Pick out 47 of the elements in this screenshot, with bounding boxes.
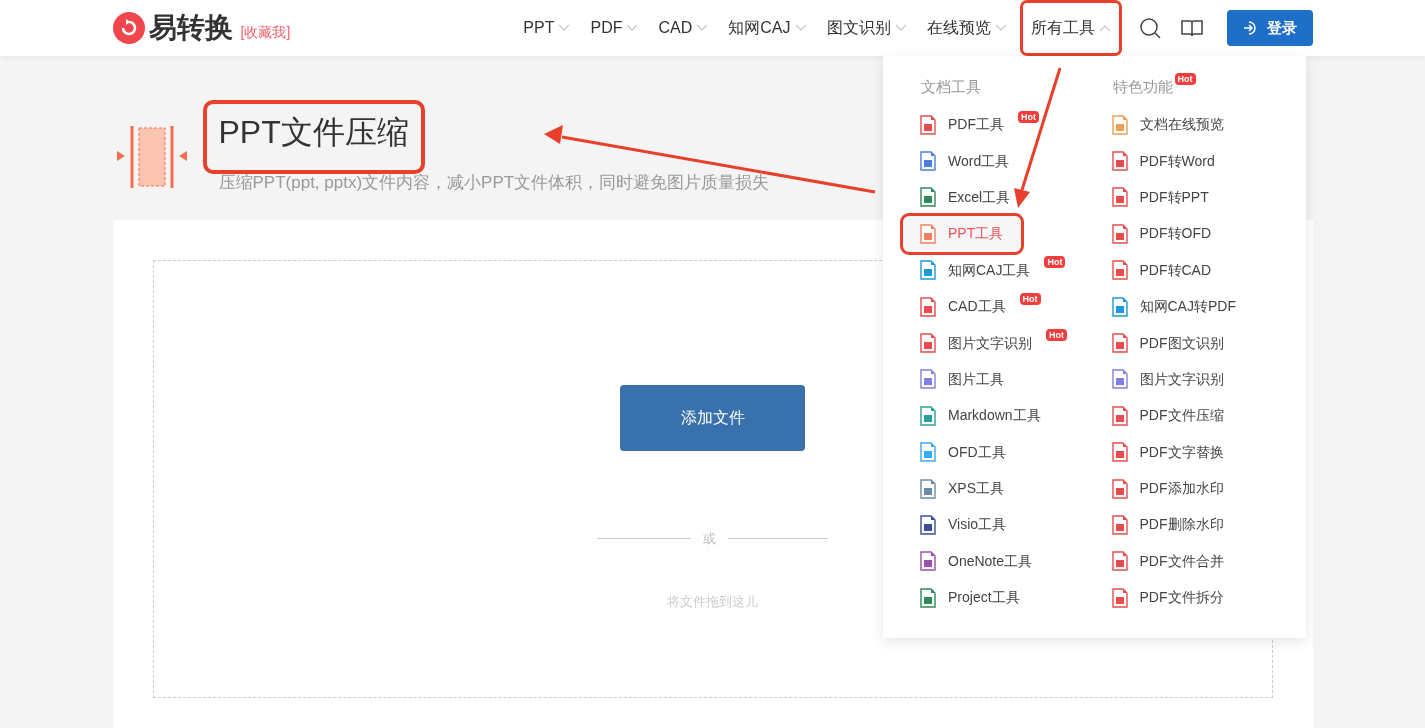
logo-text: 易转换 <box>148 11 233 45</box>
menu-item[interactable]: PDF转OFD <box>1094 215 1286 253</box>
menu-item[interactable]: 文档在线预览 <box>1094 106 1286 143</box>
nav-menu-item[interactable]: PPT <box>519 8 575 48</box>
book-icon[interactable] <box>1180 19 1203 37</box>
chevron-down-icon <box>794 24 807 32</box>
separator-text: 或 <box>703 529 716 548</box>
menu-item[interactable]: Project工具 <box>903 579 1095 616</box>
hot-badge: Hot <box>1044 256 1066 269</box>
menu-item[interactable]: Visio工具 <box>903 506 1095 544</box>
menu-item[interactable]: XPS工具 <box>903 470 1095 507</box>
hot-badge: Hot <box>1174 73 1196 86</box>
menu-item[interactable]: OFD工具 <box>903 434 1095 471</box>
menu-item[interactable]: PDF工具 Hot <box>903 106 1095 143</box>
logo-icon <box>112 12 145 44</box>
chevron-up-icon <box>1098 24 1111 32</box>
menu-heading: 特色功能 <box>1112 77 1173 97</box>
nav-menu-item[interactable]: PDF <box>586 8 643 48</box>
menu-item[interactable]: 图片工具 <box>903 361 1095 398</box>
menu-heading: 文档工具 <box>921 77 981 97</box>
chevron-down-icon <box>558 24 571 32</box>
hot-badge: Hot <box>1019 292 1041 305</box>
login-button[interactable]: 登录 <box>1226 10 1313 46</box>
menu-item[interactable]: CAD工具 Hot <box>903 288 1095 325</box>
chevron-down-icon <box>894 24 907 32</box>
menu-item[interactable]: Markdown工具 <box>903 397 1095 434</box>
menu-item[interactable]: Word工具 <box>903 142 1095 180</box>
hot-badge: Hot <box>1018 110 1039 123</box>
nav-menu-item[interactable]: CAD <box>654 8 713 48</box>
nav-menu-item[interactable]: 图文识别 <box>822 8 911 48</box>
compress-icon <box>116 126 187 188</box>
chevron-down-icon <box>626 24 639 32</box>
search-icon[interactable] <box>1138 17 1161 39</box>
menu-item[interactable]: 图片文字识别 Hot <box>903 324 1095 362</box>
chevron-down-icon <box>696 24 709 32</box>
menu-item[interactable]: OneNote工具 <box>903 543 1095 580</box>
login-icon <box>1242 20 1259 36</box>
page-subtitle: 压缩PPT(ppt, pptx)文件内容，减小PPT文件体积，同时避免图片质量损失 <box>217 172 770 194</box>
chevron-down-icon <box>994 24 1007 32</box>
nav-menu-item[interactable]: 所有工具 <box>1022 3 1119 53</box>
menu-item[interactable]: PDF转PPT <box>1094 179 1286 216</box>
add-file-button[interactable]: 添加文件 <box>620 384 805 451</box>
menu-item[interactable]: Excel工具 <box>903 179 1095 216</box>
nav-menu-item[interactable]: 知网CAJ <box>724 8 811 48</box>
hot-badge: Hot <box>1046 329 1067 342</box>
menu-item[interactable]: PDF转Word <box>1094 142 1286 180</box>
nav-menu-item[interactable]: 在线预览 <box>922 8 1011 48</box>
